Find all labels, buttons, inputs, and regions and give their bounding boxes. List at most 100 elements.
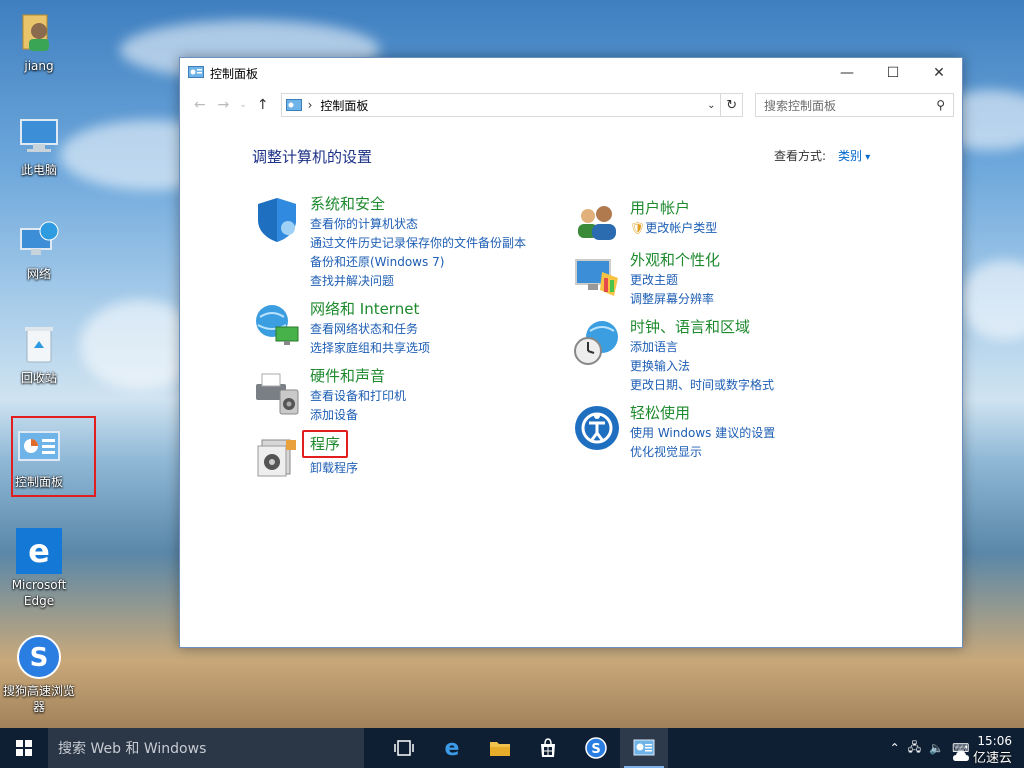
desktop-icon-this-pc[interactable]: 此电脑 (3, 112, 75, 178)
category-hardware-sound: 硬件和声音 查看设备和打印机 添加设备 (252, 366, 406, 425)
control-panel-title-icon (188, 66, 204, 78)
navigation-bar: ← → ⌄ ↑ › 控制面板 ⌄ ↻ 搜索控制面板 ⚲ (180, 88, 962, 122)
taskbar-file-explorer[interactable] (476, 728, 524, 768)
link[interactable]: 查看设备和打印机 (310, 387, 406, 406)
maximize-icon: ☐ (886, 65, 900, 81)
shield-icon (258, 198, 296, 242)
recycle-bin-icon (15, 320, 63, 368)
desktop-icon-sogou-browser[interactable]: S 搜狗高速浏览器 (3, 633, 75, 715)
taskbar-edge[interactable]: e (428, 728, 476, 768)
control-panel-icon (15, 424, 63, 472)
forward-button[interactable]: → (212, 93, 236, 117)
appearance-icon (575, 259, 618, 296)
taskbar-sogou-browser[interactable]: S (572, 728, 620, 768)
desktop-icon-label: 控制面板 (14, 475, 63, 489)
address-bar[interactable]: › 控制面板 ⌄ (280, 93, 722, 117)
link[interactable]: 通过文件历史记录保存你的文件备份副本 (310, 234, 526, 253)
refresh-button[interactable]: ↻ (721, 93, 743, 117)
link[interactable]: 查找并解决问题 (310, 272, 526, 291)
clock-globe-icon (574, 321, 618, 365)
back-button[interactable]: ← (188, 93, 212, 117)
recent-locations-button[interactable]: ⌄ (235, 93, 251, 117)
show-hidden-icons-button[interactable]: ⌃ (890, 741, 900, 755)
start-button[interactable] (0, 728, 48, 768)
control-panel-address-icon (285, 98, 302, 111)
user-folder-icon (15, 8, 63, 56)
up-button[interactable]: ↑ (251, 93, 275, 117)
desktop-icon-label: Microsoft Edge (11, 578, 67, 608)
search-icon: ⚲ (936, 98, 945, 112)
link[interactable]: 选择家庭组和共享选项 (310, 339, 430, 358)
link[interactable]: 查看网络状态和任务 (310, 320, 430, 339)
category-title[interactable]: 网络和 Internet (310, 299, 430, 319)
taskbar-control-panel[interactable] (620, 728, 668, 768)
category-title[interactable]: 系统和安全 (310, 194, 526, 214)
control-panel-icon (633, 739, 655, 756)
desktop-icon-control-panel[interactable]: 控制面板 (3, 424, 75, 490)
taskbar-store[interactable] (524, 728, 572, 768)
link[interactable]: 更改主题 (630, 271, 720, 290)
category-title[interactable]: 时钟、语言和区域 (630, 317, 774, 337)
link[interactable]: 添加设备 (310, 406, 406, 425)
network-icon (15, 216, 63, 264)
link[interactable]: 更换输入法 (630, 357, 774, 376)
desktop-icon-network[interactable]: 网络 (3, 216, 75, 282)
link[interactable]: 更改日期、时间或数字格式 (630, 376, 774, 395)
volume-icon[interactable]: 🔈 (929, 741, 944, 755)
desktop-icon-label: jiang (24, 59, 54, 73)
category-title[interactable]: 硬件和声音 (310, 366, 406, 386)
category-title[interactable]: 程序 (310, 435, 340, 453)
search-input[interactable]: 搜索控制面板 ⚲ (754, 93, 954, 117)
programs-title-highlight[interactable]: 程序 (302, 430, 349, 458)
minimize-button[interactable]: — (824, 58, 870, 88)
svg-text:S: S (30, 643, 49, 673)
up-arrow-icon: ↑ (256, 97, 269, 113)
category-title[interactable]: 外观和个性化 (630, 250, 720, 270)
link[interactable]: 调整屏幕分辨率 (630, 290, 720, 309)
desktop-icon-recycle-bin[interactable]: 回收站 (3, 320, 75, 386)
store-bag-icon (541, 738, 555, 757)
maximize-button[interactable]: ☐ (870, 58, 916, 88)
control-panel-content: 调整计算机的设置 查看方式: 类别 系统和安全 查看你的计算机状态 通过文件历史… (180, 122, 962, 647)
desktop-icon-label: 网络 (26, 267, 51, 281)
category-title[interactable]: 轻松使用 (630, 403, 775, 423)
category-title[interactable]: 用户帐户 (630, 198, 717, 218)
svg-text:e: e (28, 532, 50, 570)
svg-text:S: S (591, 742, 600, 757)
sogou-browser-icon: S (15, 633, 63, 681)
windows-logo-icon (16, 740, 32, 756)
link[interactable]: 添加语言 (630, 338, 774, 357)
desktop-icon-label: 搜狗高速浏览器 (3, 684, 76, 714)
edge-icon: e (15, 527, 63, 575)
network-status-icon[interactable]: 🖧 (908, 738, 921, 759)
back-arrow-icon: ← (193, 97, 206, 113)
link[interactable]: 备份和还原(Windows 7) (310, 253, 526, 272)
yisu-cloud-logo-icon (952, 750, 969, 761)
view-by-label: 查看方式: (774, 149, 827, 163)
link[interactable]: 使用 Windows 建议的设置 (630, 424, 775, 443)
category-ease-of-access: 轻松使用 使用 Windows 建议的设置 优化视觉显示 (572, 403, 775, 462)
computer-icon (15, 112, 63, 160)
task-view-button[interactable] (380, 728, 428, 768)
breadcrumb-control-panel[interactable]: 控制面板 (320, 97, 368, 114)
category-programs: 程序 卸载程序 (252, 430, 358, 480)
desktop-icon-label: 此电脑 (20, 163, 57, 177)
desktop-icon-edge[interactable]: e Microsoft Edge (3, 527, 75, 609)
refresh-icon: ↻ (726, 97, 738, 113)
link[interactable]: 优化视觉显示 (630, 443, 775, 462)
close-button[interactable]: ✕ (916, 58, 962, 88)
link[interactable]: 卸载程序 (310, 459, 358, 478)
view-by-dropdown[interactable]: 类别 (838, 147, 870, 164)
link[interactable]: 查看你的计算机状态 (310, 215, 526, 234)
title-bar[interactable]: 控制面板 — ☐ ✕ (180, 58, 962, 88)
desktop-icon-user-folder[interactable]: jiang (3, 8, 75, 74)
network-globe-icon (256, 305, 299, 345)
svg-text:e: e (445, 737, 460, 759)
task-view-icon (394, 740, 414, 756)
programs-icon (257, 439, 296, 477)
users-icon (578, 206, 616, 240)
taskbar-search-input[interactable]: 搜索 Web 和 Windows (48, 728, 364, 768)
address-dropdown-button[interactable]: ⌄ (702, 100, 720, 111)
watermark: 亿速云 (952, 747, 1012, 766)
link[interactable]: 🛡更改帐户类型 (630, 219, 717, 238)
